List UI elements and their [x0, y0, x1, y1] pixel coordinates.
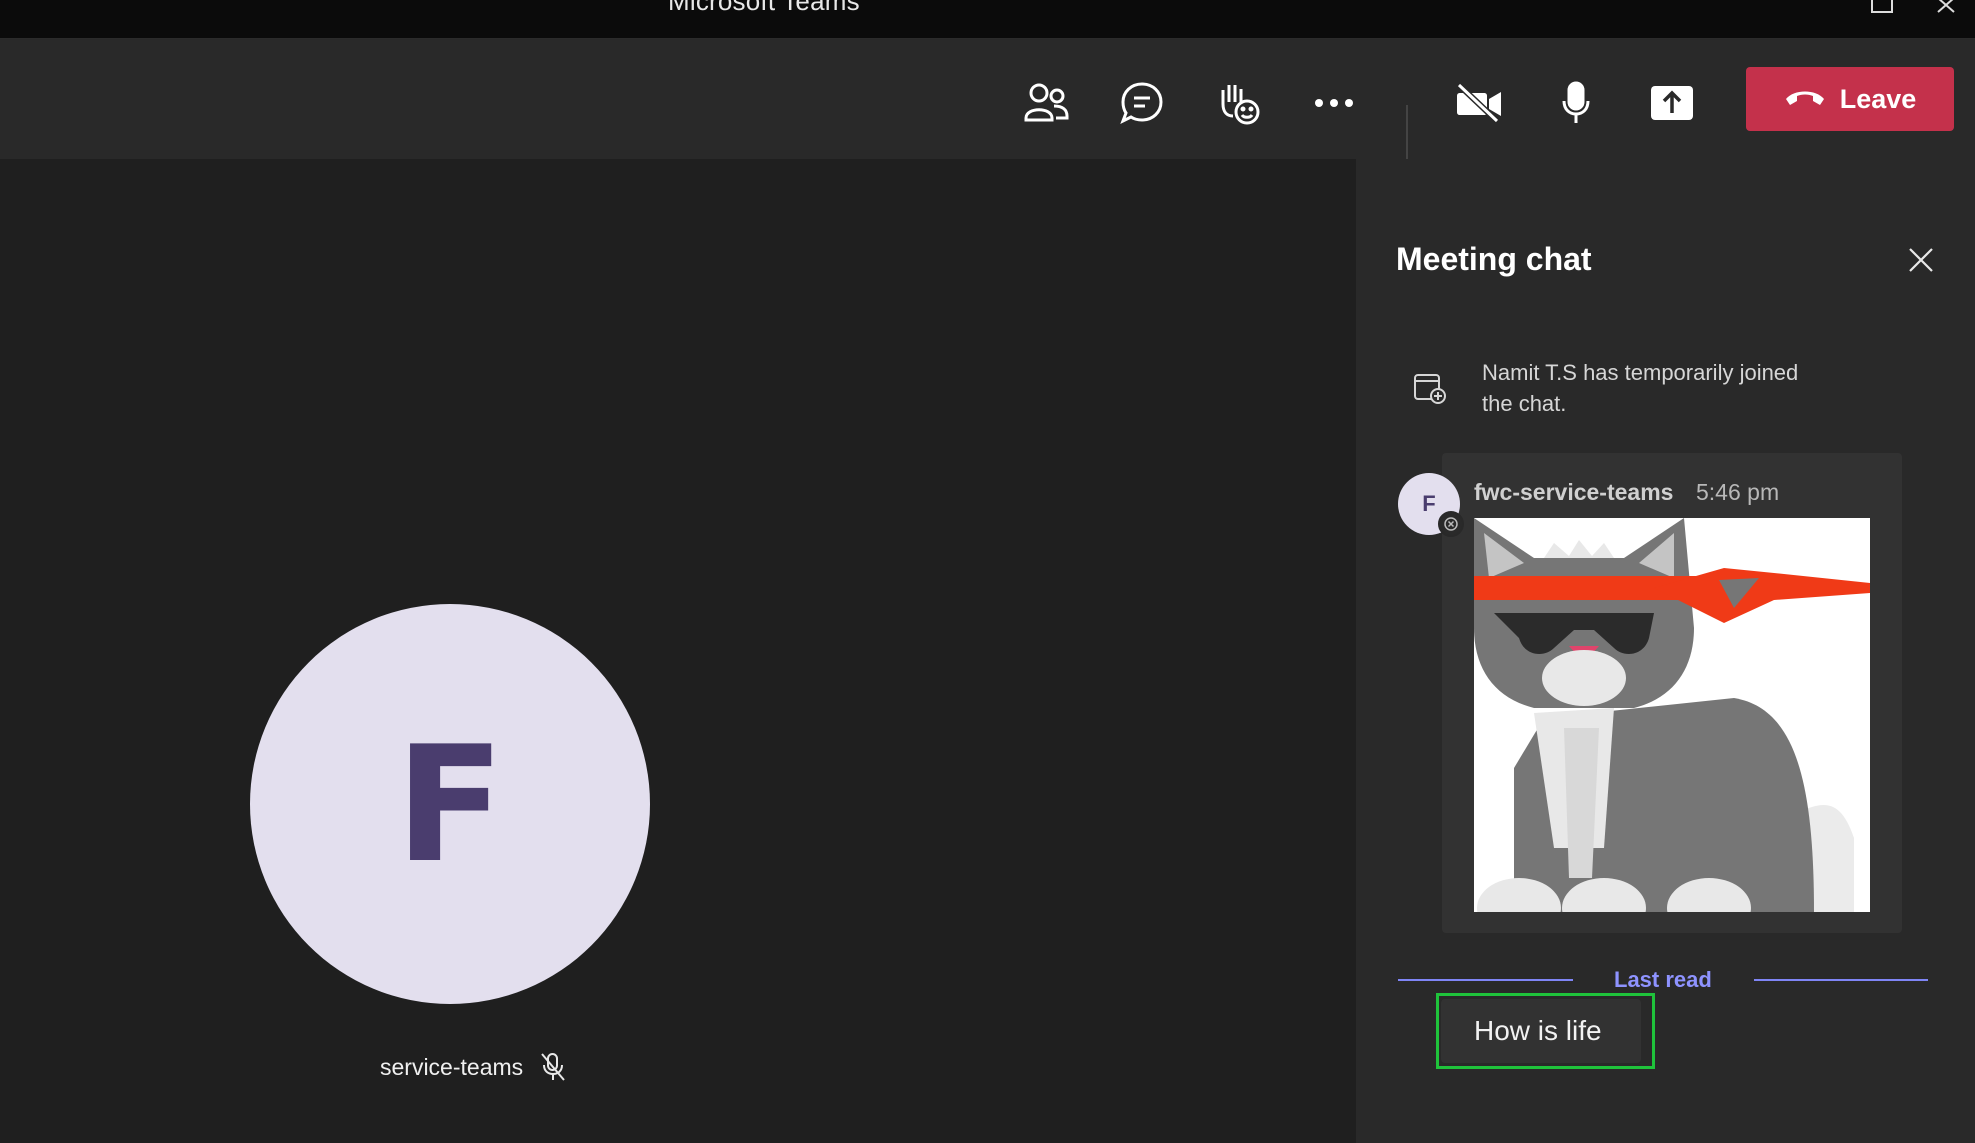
- leave-button[interactable]: Leave: [1746, 67, 1954, 131]
- leave-label: Leave: [1839, 83, 1917, 114]
- mic-icon: [1561, 81, 1591, 125]
- participant-name: service-teams: [380, 1054, 524, 1080]
- guest-joined-icon: [1413, 371, 1447, 410]
- meeting-toolbar: Leave: [0, 39, 1975, 174]
- sender-initial: F: [1422, 491, 1436, 516]
- message-timestamp: 5:46 pm: [1696, 479, 1780, 505]
- maximize-button[interactable]: [1862, 0, 1902, 20]
- close-window-button[interactable]: [1930, 0, 1970, 20]
- more-icon: [1314, 98, 1354, 108]
- chat-title: Meeting chat: [1396, 241, 1592, 277]
- last-read-divider-left: [1398, 979, 1573, 981]
- reactions-button[interactable]: [1206, 71, 1270, 135]
- message-sender: fwc-service-teams: [1474, 479, 1674, 505]
- more-button[interactable]: [1302, 71, 1366, 135]
- participant-initial: F: [395, 710, 505, 898]
- window-title: Microsoft Teams: [668, 0, 860, 16]
- mic-off-icon: [540, 1052, 566, 1087]
- last-read-label: Last read: [1614, 967, 1712, 992]
- raise-hand-icon: [1215, 80, 1261, 126]
- title-bar: Microsoft Teams: [0, 0, 1975, 39]
- ninja-cat-image[interactable]: [1474, 518, 1870, 912]
- hang-up-icon: [1784, 87, 1826, 112]
- meeting-stage: F service-teams: [0, 159, 1356, 1143]
- chat-button[interactable]: [1110, 71, 1174, 135]
- meeting-chat-panel: Meeting chat Namit T.S has temporarily j…: [1356, 159, 1975, 1143]
- latest-message-text: How is life: [1474, 1015, 1602, 1046]
- presence-offline-icon: [1438, 511, 1464, 537]
- participant-avatar: F: [250, 604, 650, 1004]
- last-read-divider-right: [1754, 979, 1928, 981]
- mic-button[interactable]: [1544, 71, 1608, 135]
- close-icon[interactable]: [1908, 247, 1934, 278]
- camera-button[interactable]: [1448, 71, 1512, 135]
- system-message: Namit T.S has temporarily joined the cha…: [1482, 360, 1799, 416]
- camera-off-icon: [1457, 83, 1503, 123]
- chat-icon: [1120, 81, 1164, 125]
- people-button[interactable]: [1014, 71, 1078, 135]
- share-button[interactable]: [1640, 71, 1704, 135]
- people-icon: [1023, 82, 1069, 124]
- share-screen-icon: [1650, 85, 1694, 121]
